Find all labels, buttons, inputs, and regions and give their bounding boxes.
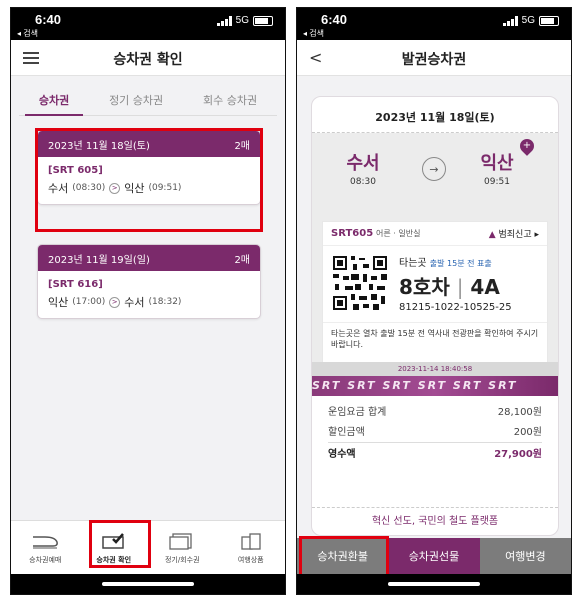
fare-total-value: 27,900원	[494, 449, 542, 460]
arrival-block: 익산 09:51	[462, 149, 532, 187]
arrow-right-icon: →	[422, 157, 446, 181]
departure-station: 수서	[346, 153, 380, 174]
boarding-notice: 타는곳은 열차 출발 15분 전 역사내 전광판을 확인하여 주시기 바랍니다.	[323, 322, 547, 362]
change-trip-button[interactable]: 여행변경	[479, 538, 571, 574]
ticket-stations: 수서 08:30 → 익산 09:51 +	[312, 133, 558, 221]
departure-time: 08:30	[350, 177, 376, 187]
ticket-number: 81215-1022-10525-25	[399, 302, 512, 313]
issue-timestamp: 2023-11-14 18:40:58	[312, 362, 558, 376]
status-indicators: 5G	[216, 15, 273, 26]
home-indicator	[11, 574, 285, 594]
departure-station: 익산	[48, 296, 69, 309]
ticket-card-header: 2023년 11월 19일(일) 2매	[38, 245, 260, 271]
fare-label: 운임요금 합계	[328, 406, 387, 418]
train-number: SRT605	[331, 228, 374, 239]
departure-time: (17:00)	[72, 297, 106, 307]
signal-icon	[216, 15, 232, 26]
phone-screen-ticket-list: 6:40 ◂ 검색 5G 승차권 확인 승차권 정기 승차권 회수 승차권 20…	[10, 7, 286, 595]
tabbar-item-travel[interactable]: 여행상품	[223, 531, 279, 565]
seat-info: 타는곳 출발 15분 전 표출 8호차 | 4A 81215-1022-1052…	[399, 254, 512, 314]
app-header: 승차권 확인	[11, 40, 285, 76]
brand-slogan: 혁신 선도, 국민의 철도 플랫폼	[312, 507, 558, 535]
crime-report-link[interactable]: ▲ 범죄신고 ▸	[489, 227, 539, 240]
luggage-icon	[223, 531, 279, 551]
fare-row: 운임요금 합계 28,100원	[328, 400, 542, 420]
tab-tickets[interactable]: 승차권	[24, 86, 84, 116]
departure-block: 수서 08:30	[328, 149, 398, 187]
phone-screen-issued-ticket: 6:40 ◂ 검색 5G < 발권승차권 2023년 11월 18일(토) 수서…	[296, 7, 572, 595]
tabbar-item-season-pass[interactable]: 정기/회수권	[154, 531, 210, 565]
highlight-box	[299, 536, 389, 578]
ticket-date: 2023년 11월 18일(토)	[312, 97, 558, 133]
car-number: 8호차	[399, 275, 450, 299]
fare-label: 할인금액	[328, 426, 365, 438]
fare-total-row: 영수액 27,900원	[328, 442, 542, 462]
srt-logo-band: SRT SRT SRT SRT SRT SRT	[312, 376, 558, 396]
fare-total-label: 영수액	[328, 449, 356, 460]
network-label: 5G	[521, 15, 535, 26]
arrival-station: 수서	[124, 296, 145, 309]
seat-divider: |	[456, 275, 464, 299]
page-title: 승차권 확인	[113, 52, 183, 68]
ticket-tabs: 승차권 정기 승차권 회수 승차권	[19, 86, 277, 116]
seat-number: 4A	[470, 275, 500, 299]
train-icon	[17, 531, 73, 551]
back-to-search-link[interactable]: ◂ 검색	[303, 28, 324, 39]
qr-seat-area: 타는곳 출발 15분 전 표출 8호차 | 4A 81215-1022-1052…	[323, 246, 547, 322]
page-title: 발권승차권	[401, 52, 467, 68]
mobile-ticket: 2023년 11월 18일(토) 수서 08:30 → 익산 09:51 + S…	[311, 96, 559, 536]
ticket-detail: SRT605 어른 · 일반실 ▲ 범죄신고 ▸ 타는곳 출발 15분 전 표출…	[322, 221, 548, 362]
tabbar-label: 승차권예매	[29, 555, 62, 564]
fare-row: 할인금액 200원	[328, 420, 542, 440]
arrival-time: 09:51	[484, 177, 510, 187]
tabbar-item-booking[interactable]: 승차권예매	[17, 531, 73, 565]
train-info-row: SRT605 어른 · 일반실 ▲ 범죄신고 ▸	[323, 222, 547, 246]
siren-icon: ▲	[488, 230, 496, 240]
status-bar: 6:40 ◂ 검색 5G	[11, 8, 285, 40]
status-indicators: 5G	[502, 15, 559, 26]
pass-icon	[154, 531, 210, 551]
tabbar-label: 여행상품	[237, 555, 264, 564]
status-time: 6:40	[35, 12, 62, 27]
home-indicator	[297, 574, 571, 594]
highlight-box	[89, 520, 151, 568]
ticket-body: 수서 08:30 → 익산 09:51 + SRT605 어른 · 일반실 ▲ …	[312, 133, 558, 396]
ticket-route: 익산 (17:00) > 수서 (18:32)	[48, 294, 250, 310]
train-number: [SRT 616]	[48, 279, 103, 290]
battery-icon	[253, 15, 273, 26]
arrival-time: (18:32)	[148, 297, 182, 307]
crime-report-label: 범죄신고 ▸	[498, 230, 540, 240]
location-pin-icon[interactable]: +	[517, 136, 537, 156]
fare-summary: 운임요금 합계 28,100원 할인금액 200원 영수액 27,900원	[312, 396, 558, 466]
app-header: < 발권승차권	[297, 40, 571, 76]
status-bar: 6:40 ◂ 검색 5G	[297, 8, 571, 40]
status-time: 6:40	[321, 12, 348, 27]
ticket-card-body: [SRT 616] 익산 (17:00) > 수서 (18:32)	[38, 271, 260, 318]
fare-value: 200원	[513, 426, 542, 438]
ticket-card[interactable]: 2023년 11월 19일(일) 2매 [SRT 616] 익산 (17:00)…	[37, 244, 261, 319]
ticket-date: 2023년 11월 19일(일)	[48, 254, 150, 266]
boarding-label: 타는곳	[399, 258, 427, 269]
qr-code-icon	[331, 254, 389, 312]
passenger-class: 어른 · 일반실	[376, 229, 421, 238]
signal-icon	[502, 15, 518, 26]
ticket-count: 2매	[234, 254, 250, 266]
tab-coupon-tickets[interactable]: 회수 승차권	[203, 86, 257, 115]
chevron-right-icon: >	[109, 296, 121, 308]
gift-button[interactable]: 승차권선물	[388, 538, 480, 574]
tabbar-label: 정기/회수권	[164, 555, 200, 564]
network-label: 5G	[235, 15, 249, 26]
boarding-note: 출발 15분 전 표출	[429, 259, 492, 268]
fare-value: 28,100원	[497, 406, 542, 418]
back-to-search-link[interactable]: ◂ 검색	[17, 28, 38, 39]
tab-season-tickets[interactable]: 정기 승차권	[109, 86, 163, 115]
battery-icon	[539, 15, 559, 26]
highlight-box	[35, 128, 263, 232]
